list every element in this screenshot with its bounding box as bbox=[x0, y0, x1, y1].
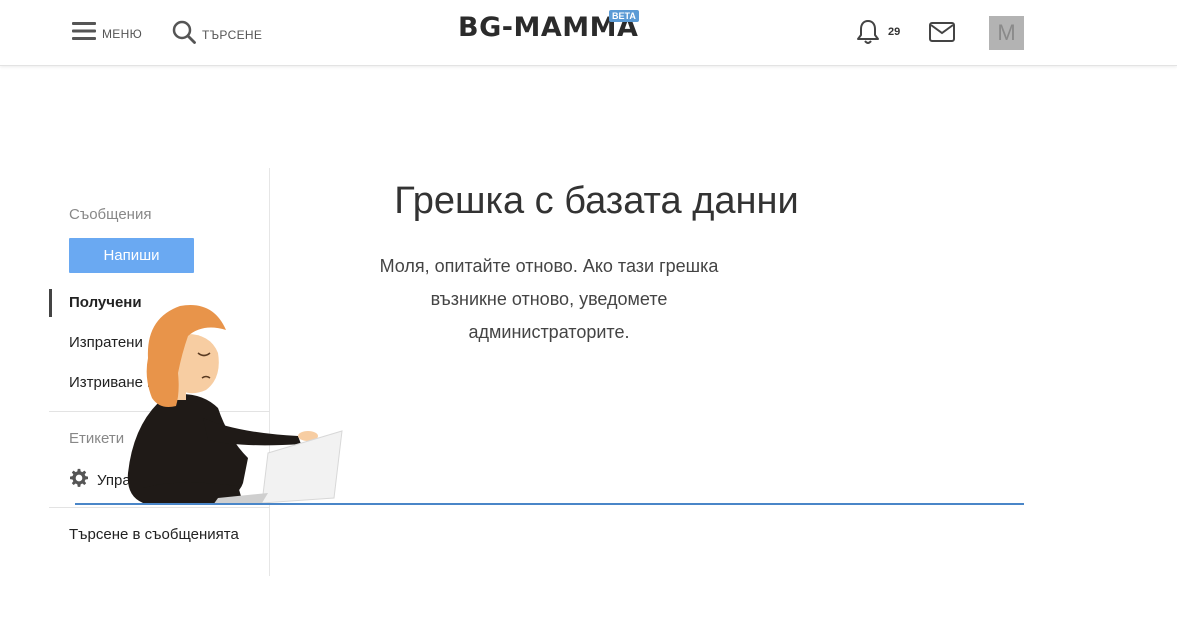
user-avatar[interactable]: M bbox=[989, 16, 1024, 50]
error-title: Грешка с базата данни bbox=[394, 180, 799, 222]
active-indicator bbox=[49, 289, 52, 317]
messages-section-title: Съобщения bbox=[69, 206, 152, 223]
site-logo[interactable]: BG-MAMMA BETA bbox=[458, 10, 639, 52]
compose-button[interactable]: Напиши bbox=[69, 238, 194, 273]
sidebar-item-search-messages[interactable]: Търсене в съобщенията bbox=[69, 526, 239, 543]
notifications-bell-icon[interactable] bbox=[856, 19, 880, 50]
notification-count: 29 bbox=[888, 26, 901, 38]
labels-section-title: Етикети bbox=[69, 430, 125, 447]
menu-label: МЕНЮ bbox=[102, 26, 142, 41]
beta-badge: BETA bbox=[609, 10, 639, 22]
mail-icon[interactable] bbox=[929, 22, 955, 47]
top-header: МЕНЮ ТЪРСЕНЕ BG-MAMMA BETA 29 M bbox=[0, 0, 1177, 66]
search-label: ТЪРСЕНЕ bbox=[202, 27, 263, 42]
search-icon bbox=[172, 20, 196, 49]
hamburger-icon bbox=[72, 20, 96, 47]
error-message: Моля, опитайте отново. Ако тази грешка в… bbox=[379, 256, 719, 342]
content-divider-line bbox=[75, 503, 1024, 505]
menu-button[interactable]: МЕНЮ bbox=[72, 20, 142, 47]
search-button[interactable]: ТЪРСЕНЕ bbox=[172, 20, 262, 49]
woman-at-laptop-illustration bbox=[118, 298, 348, 508]
gear-icon bbox=[69, 468, 89, 493]
